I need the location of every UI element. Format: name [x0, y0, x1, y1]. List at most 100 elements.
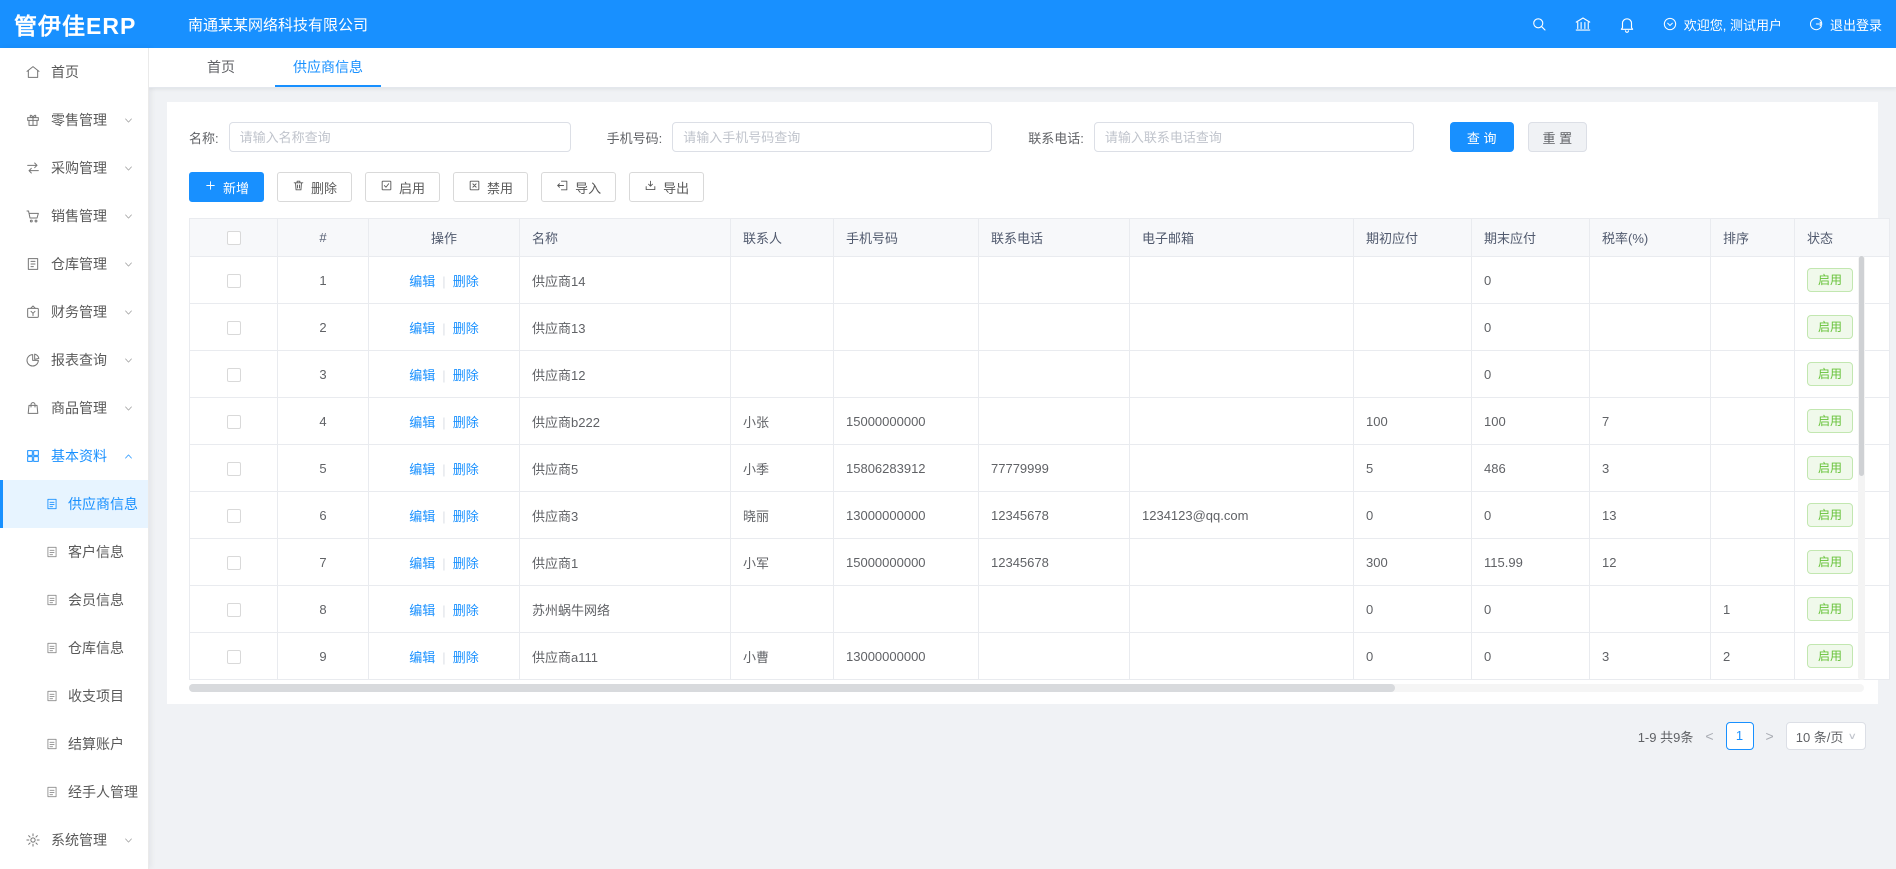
row-select-cell	[190, 492, 278, 539]
cell-sort	[1711, 539, 1795, 586]
reset-button[interactable]: 重 置	[1528, 122, 1588, 152]
edit-link[interactable]: 编辑	[409, 415, 435, 430]
horizontal-scrollbar[interactable]	[189, 684, 1864, 692]
select-all-checkbox[interactable]	[227, 231, 241, 245]
sidebar-item-5[interactable]: 财务管理	[0, 288, 148, 336]
name-input[interactable]	[229, 122, 571, 152]
row-checkbox[interactable]	[227, 462, 241, 476]
sidebar-subitem-1[interactable]: 客户信息	[0, 528, 148, 576]
sidebar-item-6[interactable]: 报表查询	[0, 336, 148, 384]
delete-link[interactable]: 删除	[453, 415, 479, 430]
import-icon	[556, 179, 569, 195]
sidebar-item-4[interactable]: 仓库管理	[0, 240, 148, 288]
tel-input[interactable]	[1094, 122, 1414, 152]
edit-link[interactable]: 编辑	[409, 509, 435, 524]
delete-link[interactable]: 删除	[453, 368, 479, 383]
sidebar-item-8[interactable]: 基本资料	[0, 432, 148, 480]
delete-link[interactable]: 删除	[453, 321, 479, 336]
sidebar-item-1[interactable]: 零售管理	[0, 96, 148, 144]
cell-tax_rate	[1590, 304, 1711, 351]
vertical-scrollbar-thumb[interactable]	[1859, 256, 1864, 476]
cell-status: 启用	[1795, 304, 1890, 351]
row-checkbox[interactable]	[227, 274, 241, 288]
sidebar-subitem-4[interactable]: 收支项目	[0, 672, 148, 720]
user-menu[interactable]: 欢迎您, 测试用户	[1662, 15, 1782, 34]
delete-button[interactable]: 删除	[277, 172, 352, 202]
import-button[interactable]: 导入	[541, 172, 616, 202]
sidebar-item-7[interactable]: 商品管理	[0, 384, 148, 432]
main-area: 首页供应商信息 名称: 手机号码: 联系电话: 查 询 重 置 新增删除启用禁用…	[149, 48, 1896, 869]
delete-link[interactable]: 删除	[453, 274, 479, 289]
table-row: 1编辑|删除供应商140启用	[190, 257, 1890, 304]
sidebar-item-9[interactable]: 系统管理	[0, 816, 148, 864]
enable-button[interactable]: 启用	[365, 172, 440, 202]
tab-0[interactable]: 首页	[189, 48, 253, 87]
edit-link[interactable]: 编辑	[409, 462, 435, 477]
table-header-row: #操作名称联系人手机号码联系电话电子邮箱期初应付期末应付税率(%)排序状态	[190, 219, 1890, 257]
row-checkbox[interactable]	[227, 321, 241, 335]
sidebar-item-label: 系统管理	[51, 830, 107, 850]
sidebar-item-2[interactable]: 采购管理	[0, 144, 148, 192]
delete-link[interactable]: 删除	[453, 603, 479, 618]
delete-link[interactable]: 删除	[453, 556, 479, 571]
query-button[interactable]: 查 询	[1450, 122, 1514, 152]
edit-link[interactable]: 编辑	[409, 556, 435, 571]
home-icon	[25, 64, 41, 80]
edit-link[interactable]: 编辑	[409, 650, 435, 665]
row-checkbox[interactable]	[227, 556, 241, 570]
search-icon[interactable]	[1530, 15, 1548, 33]
plus-icon	[204, 179, 217, 195]
sidebar-item-0[interactable]: 首页	[0, 48, 148, 96]
cell-status: 启用	[1795, 445, 1890, 492]
sidebar-subitem-0[interactable]: 供应商信息	[0, 480, 148, 528]
edit-link[interactable]: 编辑	[409, 603, 435, 618]
bank-icon[interactable]	[1574, 15, 1592, 33]
row-checkbox[interactable]	[227, 509, 241, 523]
delete-link[interactable]: 删除	[453, 650, 479, 665]
sidebar-subitem-2[interactable]: 会员信息	[0, 576, 148, 624]
current-page-button[interactable]: 1	[1726, 722, 1754, 750]
logout-button[interactable]: 退出登录	[1808, 15, 1882, 34]
edit-link[interactable]: 编辑	[409, 368, 435, 383]
row-checkbox[interactable]	[227, 415, 241, 429]
goods-icon	[25, 400, 41, 416]
row-select-cell	[190, 351, 278, 398]
column-header-begin_payable: 期初应付	[1354, 219, 1472, 257]
sidebar-subitem-6[interactable]: 经手人管理	[0, 768, 148, 816]
sidebar-item-3[interactable]: 销售管理	[0, 192, 148, 240]
vertical-scrollbar[interactable]	[1858, 256, 1865, 680]
sidebar-subitem-5[interactable]: 结算账户	[0, 720, 148, 768]
row-checkbox[interactable]	[227, 650, 241, 664]
mobile-input[interactable]	[672, 122, 992, 152]
add-button[interactable]: 新增	[189, 172, 264, 202]
bell-icon[interactable]	[1618, 15, 1636, 33]
edit-link[interactable]: 编辑	[409, 274, 435, 289]
column-header-mobile: 手机号码	[834, 219, 979, 257]
cell-sort	[1711, 257, 1795, 304]
export-button[interactable]: 导出	[629, 172, 704, 202]
prev-page-button[interactable]: <	[1703, 728, 1715, 744]
sidebar-subitem-3[interactable]: 仓库信息	[0, 624, 148, 672]
column-header-contact: 联系人	[731, 219, 834, 257]
edit-link[interactable]: 编辑	[409, 321, 435, 336]
cell-end_payable: 486	[1472, 445, 1590, 492]
status-badge: 启用	[1807, 409, 1853, 433]
row-checkbox[interactable]	[227, 368, 241, 382]
delete-link[interactable]: 删除	[453, 509, 479, 524]
cell-end_payable: 0	[1472, 492, 1590, 539]
delete-link[interactable]: 删除	[453, 462, 479, 477]
disable-button[interactable]: 禁用	[453, 172, 528, 202]
tab-1[interactable]: 供应商信息	[275, 48, 381, 87]
next-page-button[interactable]: >	[1764, 728, 1776, 744]
row-checkbox[interactable]	[227, 603, 241, 617]
cell-status: 启用	[1795, 398, 1890, 445]
column-header-sort: 排序	[1711, 219, 1795, 257]
table-row: 6编辑|删除供应商3晓丽13000000000123456781234123@q…	[190, 492, 1890, 539]
cell-tel: 77779999	[979, 445, 1130, 492]
sidebar-item-label: 报表查询	[51, 350, 107, 370]
status-badge: 启用	[1807, 597, 1853, 621]
page-size-select[interactable]: 10 条/页 ∨	[1786, 722, 1866, 750]
logout-icon	[1808, 16, 1824, 32]
horizontal-scrollbar-thumb[interactable]	[189, 684, 1395, 692]
cell-index: 4	[278, 398, 369, 445]
